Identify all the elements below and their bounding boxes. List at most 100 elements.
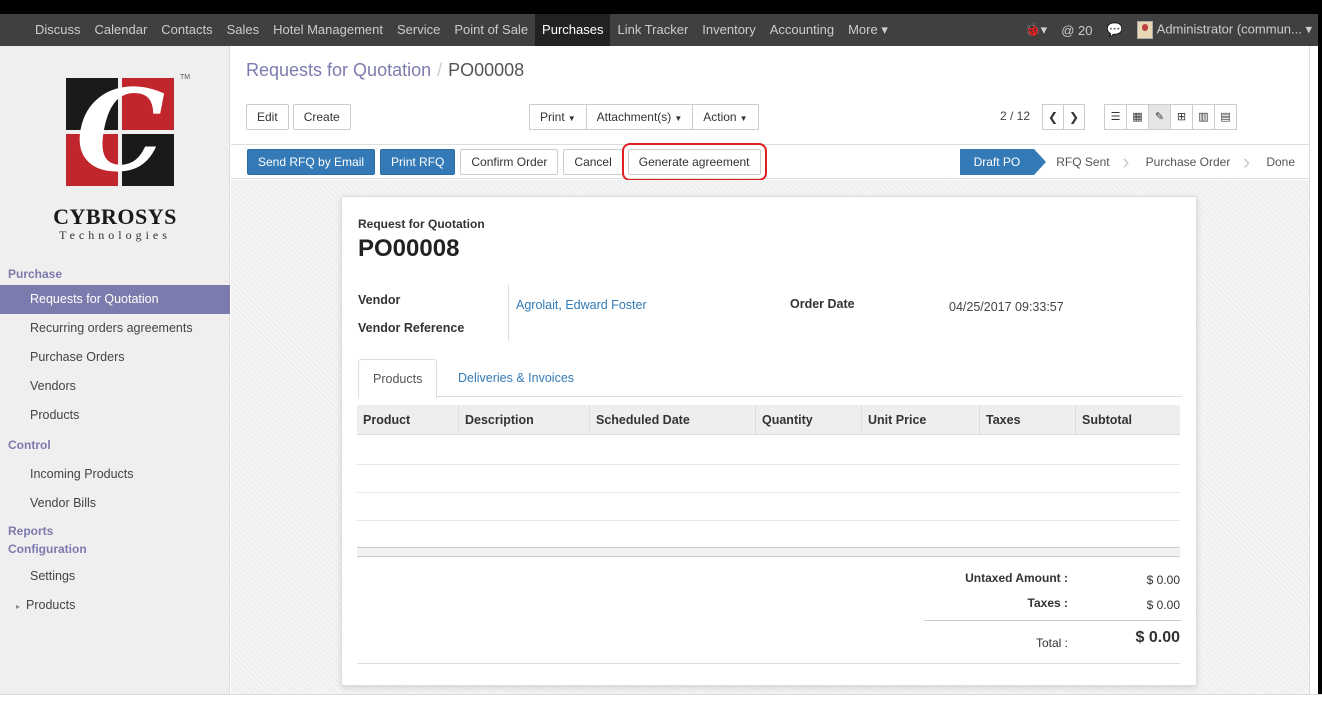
cancel-button[interactable]: Cancel [563, 149, 623, 175]
col-unit-price[interactable]: Unit Price [862, 405, 980, 435]
menu-item-discuss[interactable]: Discuss [28, 14, 88, 46]
sidebar-item-products[interactable]: Products [0, 401, 230, 430]
breadcrumb-parent[interactable]: Requests for Quotation [246, 60, 431, 80]
create-button[interactable]: Create [292, 104, 351, 130]
vendor-reference-label: Vendor Reference [358, 321, 465, 335]
edit-button[interactable]: Edit [246, 104, 289, 130]
action-label: Action [703, 110, 737, 124]
sidebar-item-recurring-orders[interactable]: Recurring orders agreements [0, 314, 230, 343]
order-date-field[interactable]: 04/25/2017 09:33:57 [949, 300, 1064, 314]
taxes-label: Taxes : [1027, 596, 1068, 610]
status-rfq-sent[interactable]: RFQ Sent › [1034, 149, 1129, 175]
untaxed-amount-label: Untaxed Amount : [965, 571, 1068, 585]
table-row [357, 492, 1180, 493]
section-configuration: Configuration [8, 542, 87, 556]
field-divider [508, 285, 509, 341]
tab-deliveries-invoices[interactable]: Deliveries & Invoices [444, 359, 588, 397]
generate-agreement-button[interactable]: Generate agreement [621, 143, 767, 181]
col-description[interactable]: Description [459, 405, 590, 435]
print-label: Print [540, 110, 565, 124]
send-rfq-email-button[interactable]: Send RFQ by Email [247, 149, 376, 175]
breadcrumb-separator: / [437, 60, 443, 80]
calendar-view-icon[interactable]: ▤ [1214, 104, 1237, 130]
breadcrumb-current: PO00008 [448, 60, 525, 80]
section-reports[interactable]: Reports [0, 522, 230, 540]
notification-counter[interactable]: @ 20 [1061, 23, 1092, 38]
sheet-bottom-divider [357, 663, 1180, 664]
window-edge [1318, 0, 1322, 704]
debug-bug-icon[interactable]: 🐞▾ [1024, 22, 1047, 38]
table-footer [357, 547, 1180, 557]
action-dropdown[interactable]: Action ▼ [692, 104, 759, 130]
caret-right-icon: ▸ [16, 602, 21, 611]
view-switcher: ☰ ▦ ✎ ⊞ ▥ ▤ [1104, 104, 1237, 130]
order-lines-header: Product Description Scheduled Date Quant… [357, 405, 1180, 435]
app-menu: Discuss Calendar Contacts Sales Hotel Manage… [28, 14, 895, 46]
total-value: $ 0.00 [1135, 629, 1180, 646]
chevron-left-icon[interactable]: ❮ [1042, 104, 1064, 130]
document-name: PO00008 [358, 235, 460, 262]
pager-buttons: ❮ ❯ [1042, 104, 1085, 130]
print-dropdown[interactable]: Print ▼ [529, 104, 587, 130]
brand-subtitle: Technologies [59, 228, 171, 242]
sidebar: C TM CYBROSYS Technologies Purchase Requ… [0, 46, 230, 704]
menu-item-contacts[interactable]: Contacts [154, 14, 219, 46]
menu-item-more[interactable]: More ▾ [841, 14, 895, 46]
menu-item-purchases[interactable]: Purchases [535, 14, 611, 46]
col-scheduled-date[interactable]: Scheduled Date [590, 405, 756, 435]
document-type: Request for Quotation [358, 217, 485, 231]
print-rfq-button[interactable]: Print RFQ [380, 149, 456, 175]
user-name: Administrator (commun... [1156, 21, 1302, 37]
user-menu[interactable]: Administrator (commun... ▾ [1136, 21, 1312, 39]
col-taxes[interactable]: Taxes [980, 405, 1076, 435]
notebook-tabs: Products Deliveries & Invoices [358, 359, 1182, 398]
form-header: Send RFQ by Email Print RFQ Confirm Orde… [231, 143, 1309, 181]
top-right-menu: 🐞▾ @ 20 💬 Administrator (commun... ▾ [1024, 14, 1312, 46]
menu-item-inventory[interactable]: Inventory [695, 14, 762, 46]
col-quantity[interactable]: Quantity [756, 405, 862, 435]
sidebar-item-label: Products [26, 598, 76, 612]
main-buttons: Edit Create [246, 104, 351, 130]
menu-item-point-of-sale[interactable]: Point of Sale [447, 14, 535, 46]
trademark: TM [180, 74, 191, 81]
form-view-icon[interactable]: ✎ [1148, 104, 1171, 130]
bottom-strip [0, 694, 1322, 704]
sidebar-item-settings[interactable]: Settings [0, 562, 230, 591]
tab-products[interactable]: Products [358, 359, 438, 398]
untaxed-amount-value: $ 0.00 [1146, 573, 1180, 587]
sidebar-item-vendor-bills[interactable]: Vendor Bills [0, 489, 230, 518]
sidebar-item-incoming-products[interactable]: Incoming Products [0, 460, 230, 489]
chat-icon[interactable]: 💬 [1106, 22, 1122, 38]
status-done[interactable]: Done [1244, 149, 1309, 175]
sidebar-item-purchase-orders[interactable]: Purchase Orders [0, 343, 230, 372]
kanban-view-icon[interactable]: ▦ [1126, 104, 1149, 130]
action-buttons: Send RFQ by Email Print RFQ Confirm Orde… [247, 143, 767, 181]
col-product[interactable]: Product [357, 405, 459, 435]
pivot-view-icon[interactable]: ⊞ [1170, 104, 1193, 130]
confirm-order-button[interactable]: Confirm Order [460, 149, 559, 175]
breadcrumb: Requests for Quotation / PO00008 [246, 60, 524, 81]
form-sheet: Request for Quotation PO00008 Vendor Agr… [341, 196, 1197, 686]
menu-item-link-tracker[interactable]: Link Tracker [610, 14, 695, 46]
menu-item-sales[interactable]: Sales [220, 14, 267, 46]
menu-item-calendar[interactable]: Calendar [88, 14, 155, 46]
col-subtotal[interactable]: Subtotal [1076, 405, 1180, 435]
chevron-right-icon[interactable]: ❯ [1063, 104, 1085, 130]
pager-value[interactable]: 2 / 12 [1000, 109, 1030, 123]
taxes-value: $ 0.00 [1146, 598, 1180, 612]
menu-item-hotel-management[interactable]: Hotel Management [266, 14, 390, 46]
sidebar-item-vendors[interactable]: Vendors [0, 372, 230, 401]
graph-view-icon[interactable]: ▥ [1192, 104, 1215, 130]
sidebar-item-config-products[interactable]: ▸ Products [0, 591, 230, 620]
attachments-dropdown[interactable]: Attachment(s) ▼ [585, 104, 694, 130]
top-navbar: Discuss Calendar Contacts Sales Hotel Manage… [0, 0, 1322, 46]
menu-item-service[interactable]: Service [390, 14, 447, 46]
status-purchase-order[interactable]: Purchase Order › [1124, 149, 1251, 175]
vendor-label: Vendor [358, 293, 401, 307]
brand-name: CYBROSYS [53, 204, 177, 229]
list-view-icon[interactable]: ☰ [1104, 104, 1127, 130]
status-draft-po[interactable]: Draft PO [959, 149, 1046, 175]
vendor-field[interactable]: Agrolait, Edward Foster [516, 298, 647, 312]
menu-item-accounting[interactable]: Accounting [763, 14, 841, 46]
sidebar-item-requests-for-quotation[interactable]: Requests for Quotation [0, 285, 230, 314]
